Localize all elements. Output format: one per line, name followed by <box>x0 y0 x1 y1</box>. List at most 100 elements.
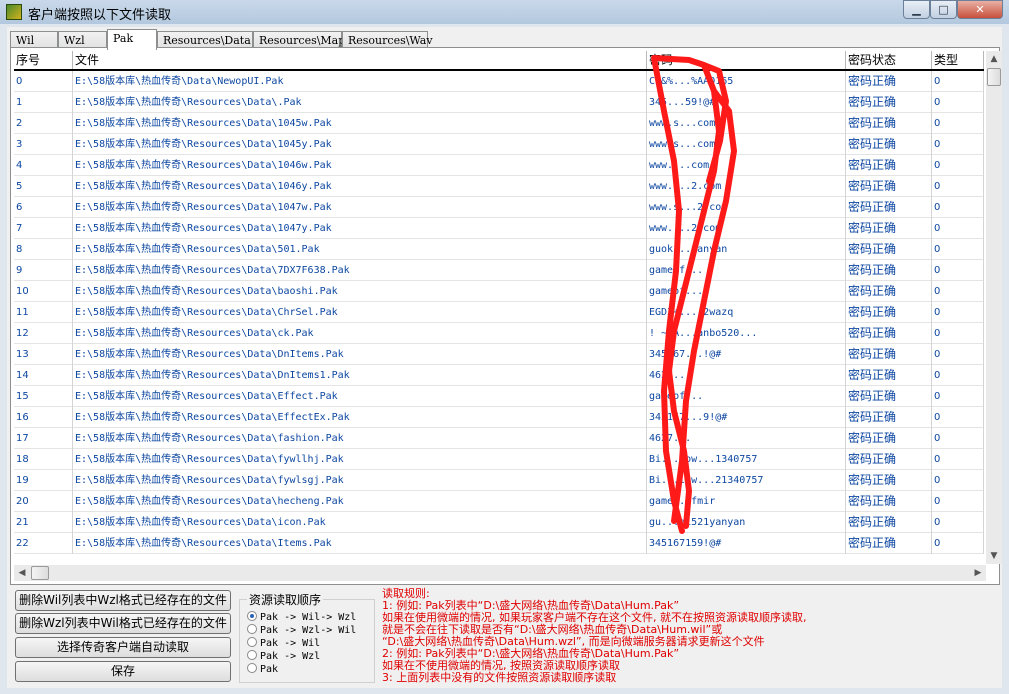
cell-type: 0 <box>932 218 984 239</box>
cell-index: 9 <box>14 260 73 281</box>
table-row[interactable]: 6 E:\58版本库\热血传奇\Resources\Data\1047w.Pak w… <box>14 197 984 218</box>
table-row[interactable]: 9 E:\58版本库\热血传奇\Resources\Data\7DX7F638.P… <box>14 260 984 281</box>
table-row[interactable]: 7 E:\58版本库\热血传奇\Resources\Data\1047y.Pak w… <box>14 218 984 239</box>
cell-password: guok...yanyan <box>647 239 846 260</box>
table-row[interactable]: 14 E:\58版本库\热血传奇\Resources\Data\DnItems1.… <box>14 365 984 386</box>
close-button[interactable]: ✕ <box>957 0 1003 19</box>
column-header-type[interactable]: 类型 <box>932 51 984 69</box>
file-list-table[interactable]: 序号 文件 密码 密码状态 类型 0 E:\58版本库\热血传奇\Data\New… <box>14 51 984 564</box>
horizontal-scroll-thumb[interactable] <box>31 566 49 580</box>
table-row[interactable]: 12 E:\58版本库\热血传奇\Resources\Data\ck.Pak! ~… <box>14 323 984 344</box>
cell-index: 10 <box>14 281 73 302</box>
minimize-button[interactable]: ▁ <box>903 0 930 19</box>
cell-index: 3 <box>14 134 73 155</box>
cell-file: E:\58版本库\热血传奇\Resources\Data\fywlsgj.Pak <box>73 470 647 491</box>
scroll-down-icon[interactable]: ▼ <box>986 548 1002 564</box>
cell-file: E:\58版本库\热血传奇\Resources\Data\baoshi.Pak <box>73 281 647 302</box>
cell-password-status: 密码正确 <box>846 113 932 134</box>
table-row[interactable]: 4 E:\58版本库\热血传奇\Resources\Data\1046w.Pak w… <box>14 155 984 176</box>
table-row[interactable]: 2 E:\58版本库\热血传奇\Resources\Data\1045w.Pak w… <box>14 113 984 134</box>
cell-index: 1 <box>14 92 73 113</box>
table-row[interactable]: 18 E:\58版本库\热血传奇\Resources\Data\fywllhj.P… <box>14 449 984 470</box>
vertical-scrollbar[interactable]: ▲ ▼ <box>986 51 1002 564</box>
table-row[interactable]: 22 E:\58版本库\热血传奇\Resources\Data\Items.Pak… <box>14 533 984 554</box>
cell-password-status: 密码正确 <box>846 512 932 533</box>
table-row[interactable]: 3 E:\58版本库\热血传奇\Resources\Data\1045y.Pak w… <box>14 134 984 155</box>
table-row[interactable]: 15 E:\58版本库\热血传奇\Resources\Data\Effect.Pa… <box>14 386 984 407</box>
cell-password: www....2.com <box>647 176 846 197</box>
table-row[interactable]: 21 E:\58版本库\热血传奇\Resources\Data\icon.Pak g… <box>14 512 984 533</box>
cell-password-status: 密码正确 <box>846 323 932 344</box>
table-row[interactable]: 19 E:\58版本库\热血传奇\Resources\Data\fywlsgj.P… <box>14 470 984 491</box>
cell-password-status: 密码正确 <box>846 197 932 218</box>
delete-wzl-duplicates-button[interactable]: 删除Wzl列表中Wil格式已经存在的文件 <box>15 613 231 634</box>
column-header-index[interactable]: 序号 <box>14 51 73 69</box>
table-row[interactable]: 5 E:\58版本库\热血传奇\Resources\Data\1046y.Pak w… <box>14 176 984 197</box>
table-row[interactable]: 10 E:\58版本库\热血传奇\Resources\Data\baoshi.Pa… <box>14 281 984 302</box>
table-row[interactable]: 13 E:\58版本库\热血传奇\Resources\Data\DnItems.P… <box>14 344 984 365</box>
save-button[interactable]: 保存 <box>15 661 231 682</box>
cell-password-status: 密码正确 <box>846 344 932 365</box>
cell-password: Bi...low...21340757 <box>647 470 846 491</box>
cell-index: 16 <box>14 407 73 428</box>
radio-icon[interactable] <box>247 650 257 660</box>
radio-pak-wzl-wil[interactable]: Pak -> Wzl-> Wil <box>247 624 356 636</box>
cell-file: E:\58版本库\热血传奇\Resources\Data\DnItems1.Pa… <box>73 365 647 386</box>
delete-wil-duplicates-button[interactable]: 删除Wil列表中Wzl格式已经存在的文件 <box>15 590 231 611</box>
table-row[interactable]: 0 E:\58版本库\热血传奇\Data\NewopUI.Pak C0&%...%A… <box>14 71 984 92</box>
cell-password-status: 密码正确 <box>846 470 932 491</box>
table-row[interactable]: 8 E:\58版本库\热血传奇\Resources\Data\501.Pak guo… <box>14 239 984 260</box>
auto-read-client-button[interactable]: 选择传奇客户端自动读取 <box>15 637 231 658</box>
scroll-right-icon[interactable]: ▶ <box>970 565 986 581</box>
tab-pak[interactable]: Pak <box>107 29 157 50</box>
cell-type: 0 <box>932 134 984 155</box>
cell-file: E:\58版本库\热血传奇\Resources\Data\EffectEx.Pa… <box>73 407 647 428</box>
cell-password-status: 密码正确 <box>846 449 932 470</box>
cell-type: 0 <box>932 113 984 134</box>
maximize-button[interactable]: □ <box>930 0 957 19</box>
radio-label: Pak -> Wzl <box>260 651 321 662</box>
read-order-group: 资源读取顺序 Pak -> Wil-> Wzl Pak -> Wzl-> Wil… <box>239 591 377 683</box>
table-row[interactable]: 1 E:\58版本库\热血传奇\Resources\Data\.Pak 345...… <box>14 92 984 113</box>
radio-pak[interactable]: Pak <box>247 663 278 675</box>
vertical-scroll-thumb[interactable] <box>987 68 1001 86</box>
cell-file: E:\58版本库\热血传奇\Resources\Data\1046y.Pak <box>73 176 647 197</box>
radio-pak-wil[interactable]: Pak -> Wil <box>247 637 320 649</box>
radio-selected-icon[interactable] <box>247 611 257 621</box>
column-header-password-status[interactable]: 密码状态 <box>846 51 932 69</box>
title-bar[interactable]: 客户端按照以下文件读取 ▁ □ ✕ <box>0 0 1009 24</box>
cell-password: game...fmir <box>647 491 846 512</box>
cell-file: E:\58版本库\热血传奇\Resources\Data\1047y.Pak <box>73 218 647 239</box>
radio-icon[interactable] <box>247 624 257 634</box>
cell-file: E:\58版本库\热血传奇\Resources\Data\icon.Pak <box>73 512 647 533</box>
radio-pak-wil-wzl[interactable]: Pak -> Wil-> Wzl <box>247 611 356 623</box>
cell-file: E:\58版本库\热血传奇\Resources\Data\Effect.Pak <box>73 386 647 407</box>
cell-type: 0 <box>932 323 984 344</box>
cell-password: gameof... <box>647 386 846 407</box>
scroll-left-icon[interactable]: ◀ <box>14 565 30 581</box>
cell-type: 0 <box>932 176 984 197</box>
cell-file: E:\58版本库\热血传奇\Resources\Data\fywllhj.Pak <box>73 449 647 470</box>
column-header-file[interactable]: 文件 <box>73 51 647 69</box>
radio-icon[interactable] <box>247 637 257 647</box>
radio-pak-wzl[interactable]: Pak -> Wzl <box>247 650 320 662</box>
cell-password-status: 密码正确 <box>846 491 932 512</box>
cell-type: 0 <box>932 197 984 218</box>
cell-index: 4 <box>14 155 73 176</box>
cell-password: EGD3+...!2wazq <box>647 302 846 323</box>
cell-file: E:\58版本库\热血传奇\Resources\Data\1045w.Pak <box>73 113 647 134</box>
cell-index: 7 <box>14 218 73 239</box>
column-header-password[interactable]: 密码 <box>647 51 846 69</box>
table-row[interactable]: 11 E:\58版本库\热血传奇\Resources\Data\ChrSel.Pa… <box>14 302 984 323</box>
cell-type: 0 <box>932 470 984 491</box>
table-row[interactable]: 20 E:\58版本库\热血传奇\Resources\Data\hecheng.P… <box>14 491 984 512</box>
pak-tab-panel: 序号 文件 密码 密码状态 类型 0 E:\58版本库\热血传奇\Data\New… <box>10 47 1002 585</box>
cell-password-status: 密码正确 <box>846 239 932 260</box>
rule-line: 3: 上面列表中没有的文件按照资源读取顺序读取 <box>382 671 617 684</box>
cell-file: E:\58版本库\热血传奇\Resources\Data\1045y.Pak <box>73 134 647 155</box>
radio-icon[interactable] <box>247 663 257 673</box>
table-row[interactable]: 17 E:\58版本库\热血传奇\Resources\Data\fashion.P… <box>14 428 984 449</box>
scroll-up-icon[interactable]: ▲ <box>986 51 1002 67</box>
horizontal-scrollbar[interactable]: ◀ ▶ <box>14 565 986 581</box>
table-row[interactable]: 16 E:\58版本库\热血传奇\Resources\Data\EffectEx.… <box>14 407 984 428</box>
